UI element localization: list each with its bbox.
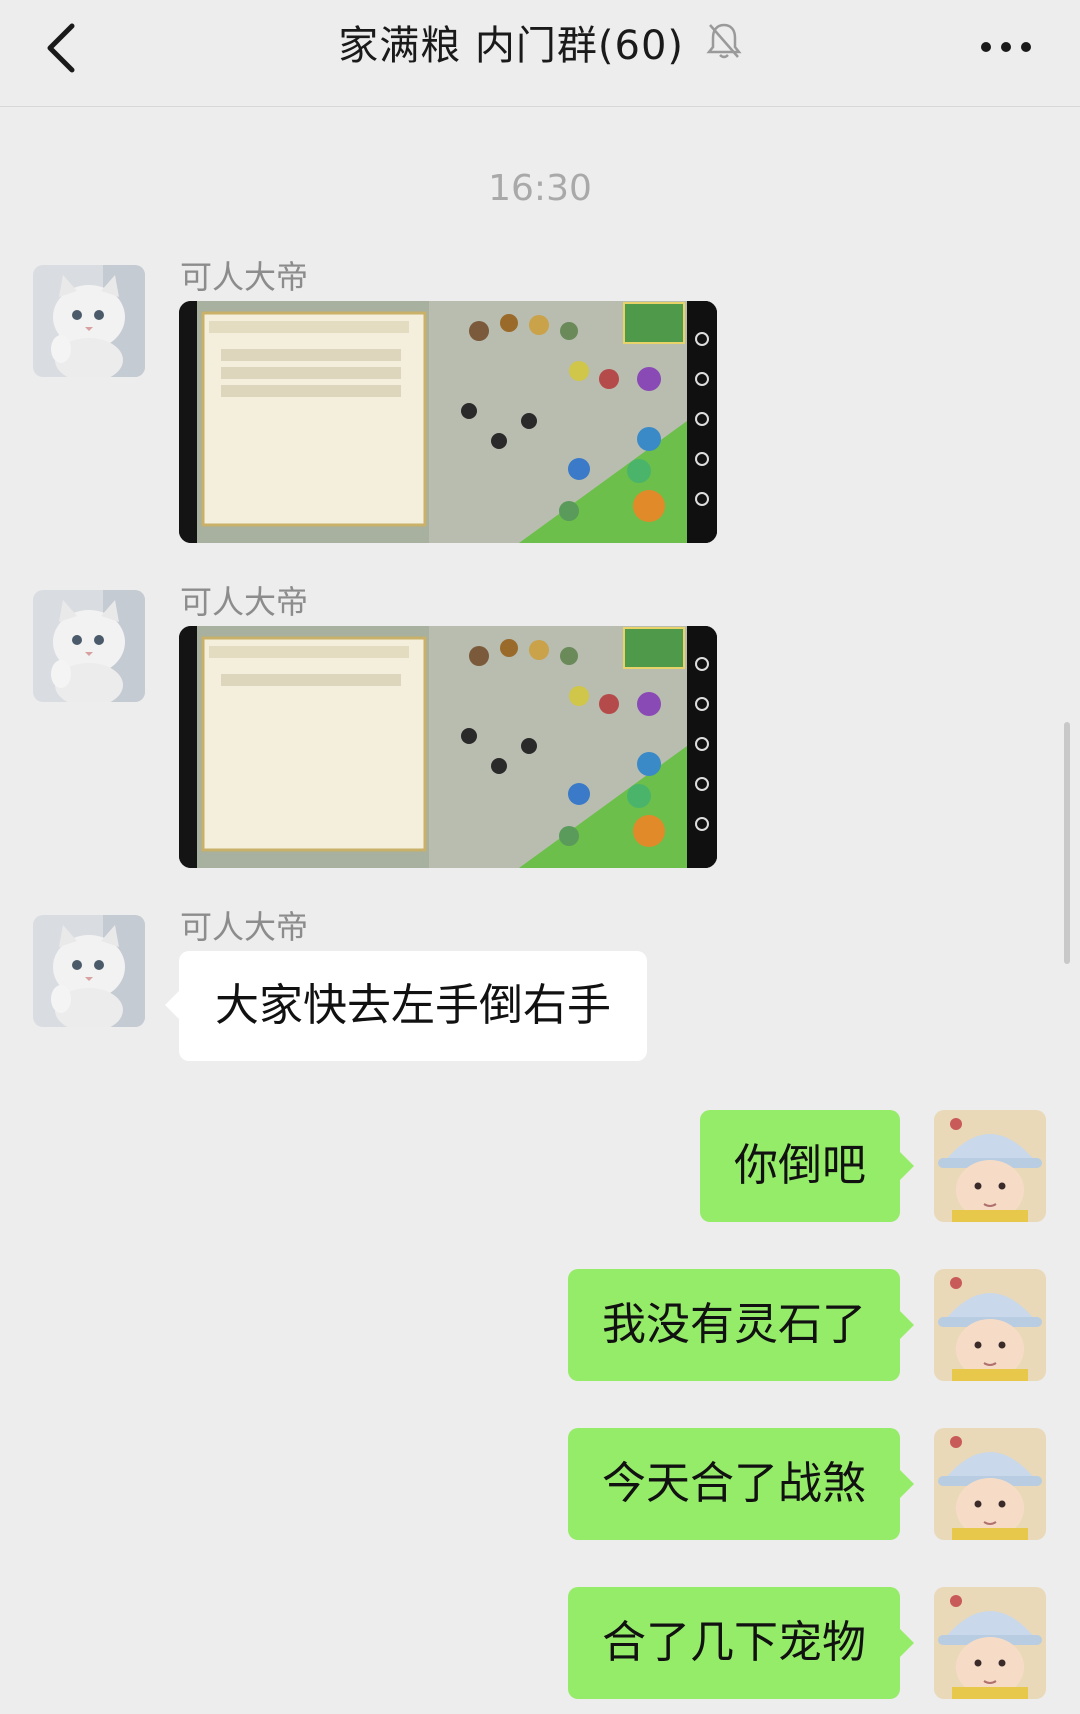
chat-screen: 家满粮 内门群(60) 16:30 可人大帝 可人大帝 可人大帝 大家快去左手倒… — [0, 0, 1080, 1714]
sender-name: 可人大帝 — [180, 258, 309, 296]
message-bubble[interactable]: 合了几下宠物 — [568, 1587, 914, 1699]
message-bubble[interactable]: 我没有灵石了 — [568, 1269, 914, 1381]
avatar[interactable] — [33, 265, 145, 377]
more-button[interactable] — [976, 22, 1036, 72]
image-message[interactable] — [179, 301, 717, 543]
scrollbar[interactable] — [1064, 722, 1070, 964]
avatar[interactable] — [934, 1587, 1046, 1699]
ellipsis-icon — [981, 42, 1031, 52]
chat-title: 家满粮 内门群(60) — [0, 16, 1080, 78]
sender-name: 可人大帝 — [180, 583, 309, 621]
avatar[interactable] — [33, 590, 145, 702]
message-bubble[interactable]: 大家快去左手倒右手 — [165, 951, 647, 1061]
avatar[interactable] — [934, 1110, 1046, 1222]
image-message[interactable] — [179, 626, 717, 868]
group-name: 家满粮 内门群(60) — [338, 23, 685, 69]
avatar[interactable] — [934, 1428, 1046, 1540]
message-timestamp: 16:30 — [488, 168, 592, 209]
avatar[interactable] — [934, 1269, 1046, 1381]
message-bubble[interactable]: 你倒吧 — [700, 1110, 914, 1222]
avatar[interactable] — [33, 915, 145, 1027]
bell-off-icon — [706, 18, 742, 78]
message-bubble[interactable]: 今天合了战煞 — [568, 1428, 914, 1540]
sender-name: 可人大帝 — [180, 908, 309, 946]
chat-header: 家满粮 内门群(60) — [0, 0, 1080, 107]
